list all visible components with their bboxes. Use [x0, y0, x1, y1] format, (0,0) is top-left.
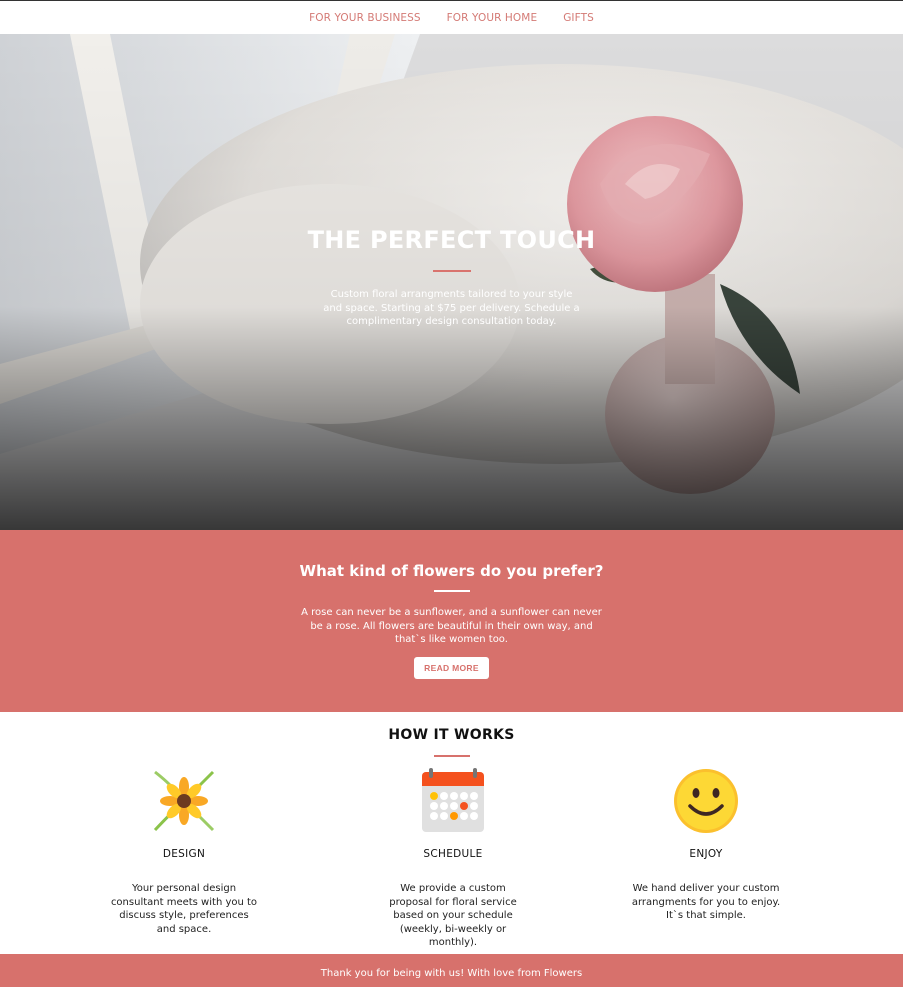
- nav-link-gifts[interactable]: GIFTS: [563, 12, 594, 24]
- flower-icon: [151, 768, 217, 834]
- section-divider: [433, 590, 470, 592]
- step-description: Your personal design consultant meets wi…: [110, 883, 258, 935]
- step-title: ENJOY: [689, 848, 723, 860]
- hero-description: Custom floral arrangments tailored to yo…: [323, 289, 580, 327]
- flower-preference-section: What kind of flowers do you prefer? A ro…: [0, 530, 903, 712]
- top-navigation: FOR YOUR BUSINESS FOR YOUR HOME GIFTS: [0, 0, 903, 34]
- hero-title: THE PERFECT TOUCH: [307, 226, 596, 254]
- nav-link-home[interactable]: FOR YOUR HOME: [447, 12, 538, 24]
- hero-section: THE PERFECT TOUCH Custom floral arrangme…: [0, 34, 903, 530]
- step-description: We hand deliver your custom arrangments …: [631, 883, 781, 921]
- how-it-works-title: HOW IT WORKS: [388, 727, 515, 743]
- step-schedule: SCHEDULE We provide a custom proposal fo…: [363, 768, 543, 950]
- calendar-icon: [420, 768, 486, 834]
- step-enjoy: ENJOY We hand deliver your custom arrang…: [616, 768, 796, 923]
- read-more-button[interactable]: READ MORE: [414, 656, 489, 679]
- how-it-works-section: HOW IT WORKS DESIGN Your personal design…: [0, 712, 903, 954]
- step-title: SCHEDULE: [423, 848, 483, 860]
- hero-divider: [432, 270, 471, 272]
- how-it-works-divider: [433, 755, 470, 757]
- section-text: A rose can never be a sunflower, and a s…: [301, 607, 602, 645]
- step-title: DESIGN: [162, 848, 206, 860]
- nav-link-business[interactable]: FOR YOUR BUSINESS: [309, 12, 421, 24]
- smiley-icon: [673, 768, 739, 834]
- footer: Thank you for being with us! With love f…: [0, 954, 903, 987]
- step-design: DESIGN Your personal design consultant m…: [94, 768, 274, 936]
- step-description: We provide a custom proposal for floral …: [389, 883, 517, 948]
- section-title: What kind of flowers do you prefer?: [299, 562, 604, 580]
- footer-text: Thank you for being with us! With love f…: [320, 968, 583, 979]
